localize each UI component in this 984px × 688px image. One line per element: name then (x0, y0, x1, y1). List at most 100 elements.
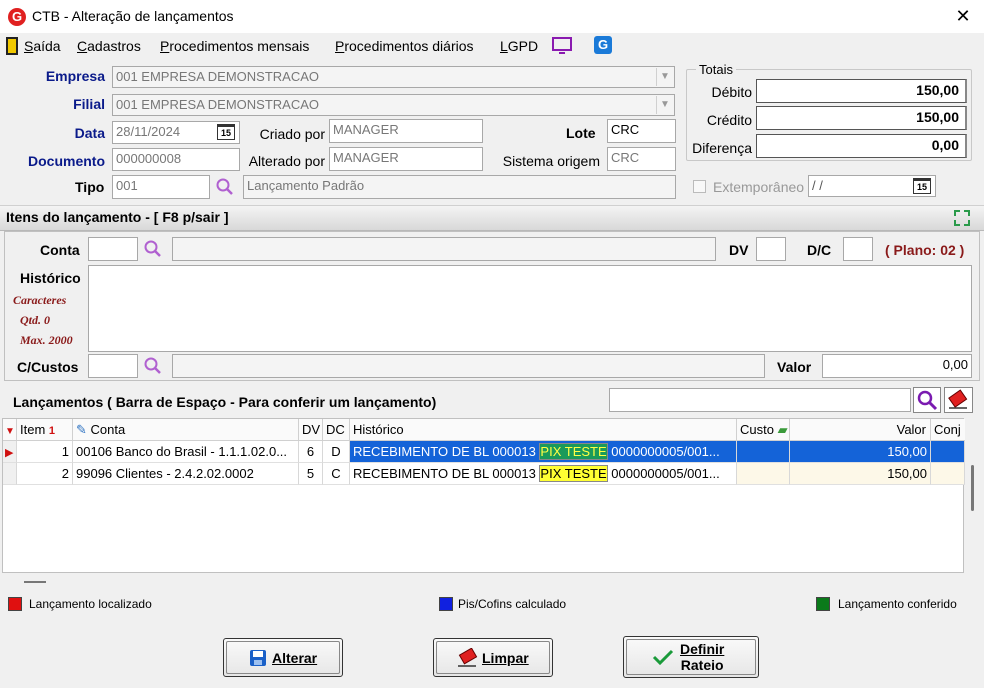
historico-textarea[interactable] (88, 265, 972, 352)
table-cell-dc[interactable]: D (323, 441, 350, 463)
ccustos-field[interactable] (88, 354, 138, 378)
col-conta[interactable]: ✎ Conta (73, 419, 299, 441)
lancamentos-grid[interactable]: ▼ Item 1 ✎ Conta DV DC Histórico Custo ▰… (2, 418, 965, 573)
row-indicator (3, 463, 17, 485)
definir-rateio-button[interactable]: Definir Rateio (623, 636, 759, 678)
max-label: Max. 2000 (20, 333, 73, 347)
legend-green-swatch (816, 597, 830, 611)
itens-section-title: Itens do lançamento - [ F8 p/sair ] (6, 209, 229, 225)
dv-field[interactable] (756, 237, 786, 261)
empresa-combo[interactable]: 001 EMPRESA DEMONSTRACAO (112, 66, 675, 88)
limpar-button[interactable]: Limpar (433, 638, 553, 677)
calendar-icon[interactable]: 15 (217, 124, 235, 140)
search-icon[interactable] (144, 240, 162, 261)
search-button[interactable] (913, 387, 941, 413)
calendar-icon[interactable]: 15 (913, 178, 931, 194)
tipo-label: Tipo (75, 179, 105, 195)
dc-label: D/C (807, 242, 832, 258)
menu-procedimentos-mensais[interactable]: Procedimentos mensais (160, 38, 309, 54)
expand-icon[interactable] (952, 208, 972, 231)
ccustos-description (172, 354, 765, 378)
col-dc[interactable]: DC (323, 419, 350, 441)
sort-icon: 1 (48, 425, 56, 437)
chevron-down-icon[interactable]: ▼ (656, 68, 673, 86)
grid-indicator-header: ▼ (3, 419, 17, 441)
historico-label: Histórico (20, 270, 81, 286)
search-icon[interactable] (216, 178, 234, 199)
col-item[interactable]: Item 1 (17, 419, 73, 441)
lote-field[interactable]: CRC (607, 119, 676, 143)
highlight-pix: PIX TESTE (539, 465, 608, 482)
totais-title: Totais (696, 62, 736, 77)
menu-bar (0, 34, 984, 58)
diferenca-label: Diferença (692, 140, 752, 156)
debito-value: 150,00 (756, 79, 967, 103)
app-shortcut-icon[interactable]: G (594, 36, 612, 54)
alterado-por-field: MANAGER (329, 147, 483, 171)
col-custo[interactable]: Custo ▰ (737, 419, 790, 441)
data-label: Data (74, 125, 105, 141)
documento-label: Documento (28, 153, 105, 169)
menu-lgpd[interactable]: LGPD (500, 38, 538, 54)
app-logo-icon: G (8, 8, 26, 26)
qtd-label: Qtd. 0 (20, 313, 50, 327)
table-cell-historico[interactable]: RECEBIMENTO DE BL 000013 PIX TESTE 00000… (350, 463, 737, 485)
valor-field[interactable]: 0,00 (822, 354, 972, 378)
legend-blue-swatch (439, 597, 453, 611)
table-cell-dc[interactable]: C (323, 463, 350, 485)
conta-field[interactable] (88, 237, 138, 261)
chevron-down-icon[interactable]: ▼ (656, 96, 673, 114)
alterar-button[interactable]: Alterar (223, 638, 343, 677)
col-historico[interactable]: Histórico (350, 419, 737, 441)
extemporaneo-label: Extemporâneo (713, 179, 805, 195)
search-icon[interactable] (144, 357, 162, 378)
credito-label: Crédito (706, 112, 752, 128)
lancamentos-title: Lançamentos ( Barra de Espaço - Para con… (13, 394, 437, 410)
menu-procedimentos-diarios[interactable]: Procedimentos diários (335, 38, 474, 54)
table-cell-dv[interactable]: 6 (299, 441, 323, 463)
table-cell-valor[interactable]: 150,00 (790, 463, 931, 485)
col-valor[interactable]: Valor (790, 419, 931, 441)
credito-value: 150,00 (756, 106, 967, 130)
debito-label: Débito (711, 84, 752, 100)
exit-door-icon[interactable] (6, 37, 18, 55)
monitor-icon[interactable] (552, 37, 572, 55)
caracteres-label: Caracteres (13, 293, 67, 307)
table-cell-dv[interactable]: 5 (299, 463, 323, 485)
plano-indicator: ( Plano: 02 ) (885, 242, 965, 258)
menu-cadastros[interactable]: Cadastros (77, 38, 141, 54)
documento-field[interactable]: 000000008 (112, 148, 240, 171)
dc-field[interactable] (843, 237, 873, 261)
legend-red-swatch (8, 597, 22, 611)
edit-icon: ✎ (76, 422, 87, 437)
table-cell-conj[interactable] (931, 463, 965, 485)
money-icon: ▰ (777, 422, 788, 437)
table-cell-valor[interactable]: 150,00 (790, 441, 931, 463)
table-cell-conj[interactable] (931, 441, 965, 463)
lancamentos-search-input[interactable] (609, 388, 911, 412)
tipo-field[interactable]: 001 (112, 175, 210, 199)
dv-label: DV (729, 242, 749, 258)
conta-label: Conta (40, 242, 80, 258)
col-conj[interactable]: Conj (931, 419, 965, 441)
close-icon[interactable]: ✕ (952, 4, 974, 28)
col-dv[interactable]: DV (299, 419, 323, 441)
table-cell-conta[interactable]: 99096 Clientes - 2.4.2.02.0002 (73, 463, 299, 485)
table-cell-historico[interactable]: RECEBIMENTO DE BL 000013 PIX TESTE 00000… (350, 441, 737, 463)
horizontal-scrollbar[interactable] (24, 581, 46, 583)
legend-pis-cofins: Pis/Cofins calculado (458, 597, 567, 611)
filial-combo[interactable]: 001 EMPRESA DEMONSTRACAO (112, 94, 675, 116)
extemporaneo-checkbox[interactable] (693, 180, 706, 193)
table-cell-custo[interactable] (737, 463, 790, 485)
sistema-origem-label: Sistema origem (502, 153, 600, 169)
eraser-button[interactable] (944, 387, 973, 413)
valor-label: Valor (777, 359, 812, 375)
lote-label: Lote (566, 125, 596, 141)
table-cell-item[interactable]: 2 (17, 463, 73, 485)
vertical-scrollbar[interactable] (971, 465, 974, 511)
table-cell-custo[interactable] (737, 441, 790, 463)
table-cell-item[interactable]: 1 (17, 441, 73, 463)
menu-saida[interactable]: Saída (24, 38, 61, 54)
highlight-pix: PIX TESTE (539, 443, 608, 460)
table-cell-conta[interactable]: 00106 Banco do Brasil - 1.1.1.02.0... (73, 441, 299, 463)
